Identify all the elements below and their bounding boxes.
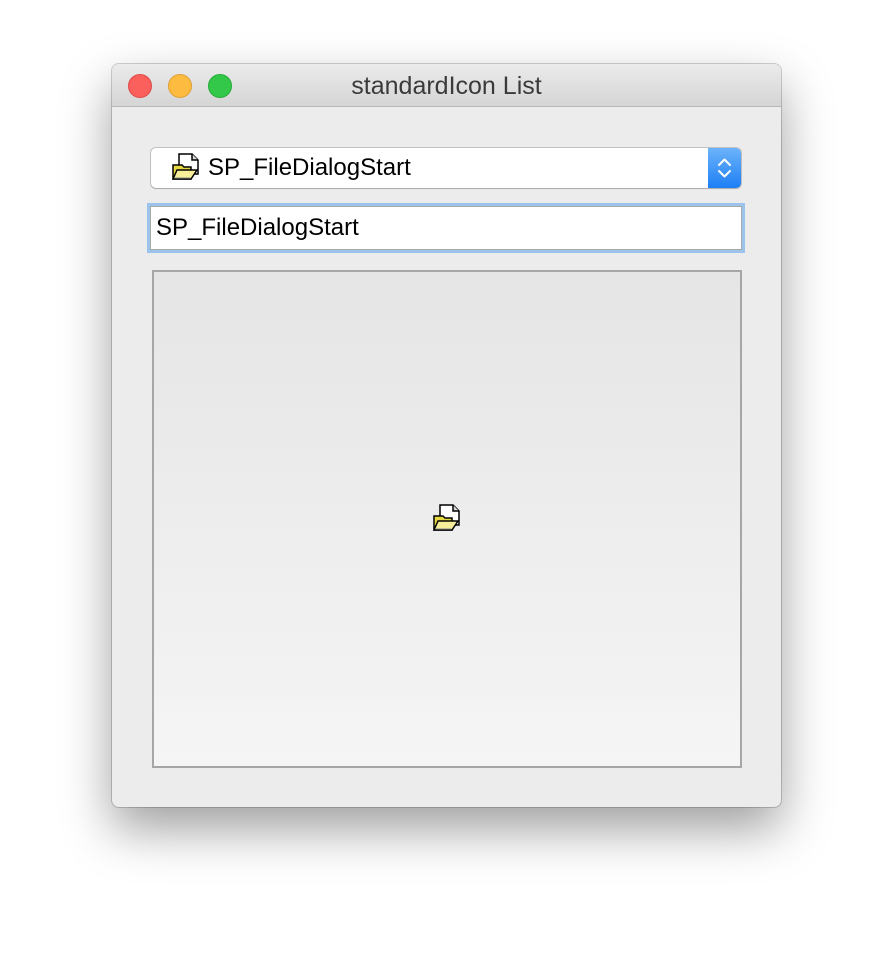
- file-dialog-start-icon: [431, 503, 463, 533]
- main-window: standardIcon List SP_FileDialogStart: [112, 64, 781, 807]
- combo-dropdown-button[interactable]: [708, 148, 741, 188]
- file-dialog-start-icon: [170, 152, 202, 182]
- icon-combo-box[interactable]: SP_FileDialogStart: [151, 148, 741, 188]
- combo-selected-label: SP_FileDialogStart: [208, 154, 411, 181]
- chevron-up-down-icon: [718, 158, 731, 178]
- title-bar[interactable]: standardIcon List: [112, 64, 781, 107]
- window-title: standardIcon List: [351, 72, 542, 100]
- icon-name-field[interactable]: [150, 206, 742, 250]
- icon-preview-area: [152, 270, 742, 768]
